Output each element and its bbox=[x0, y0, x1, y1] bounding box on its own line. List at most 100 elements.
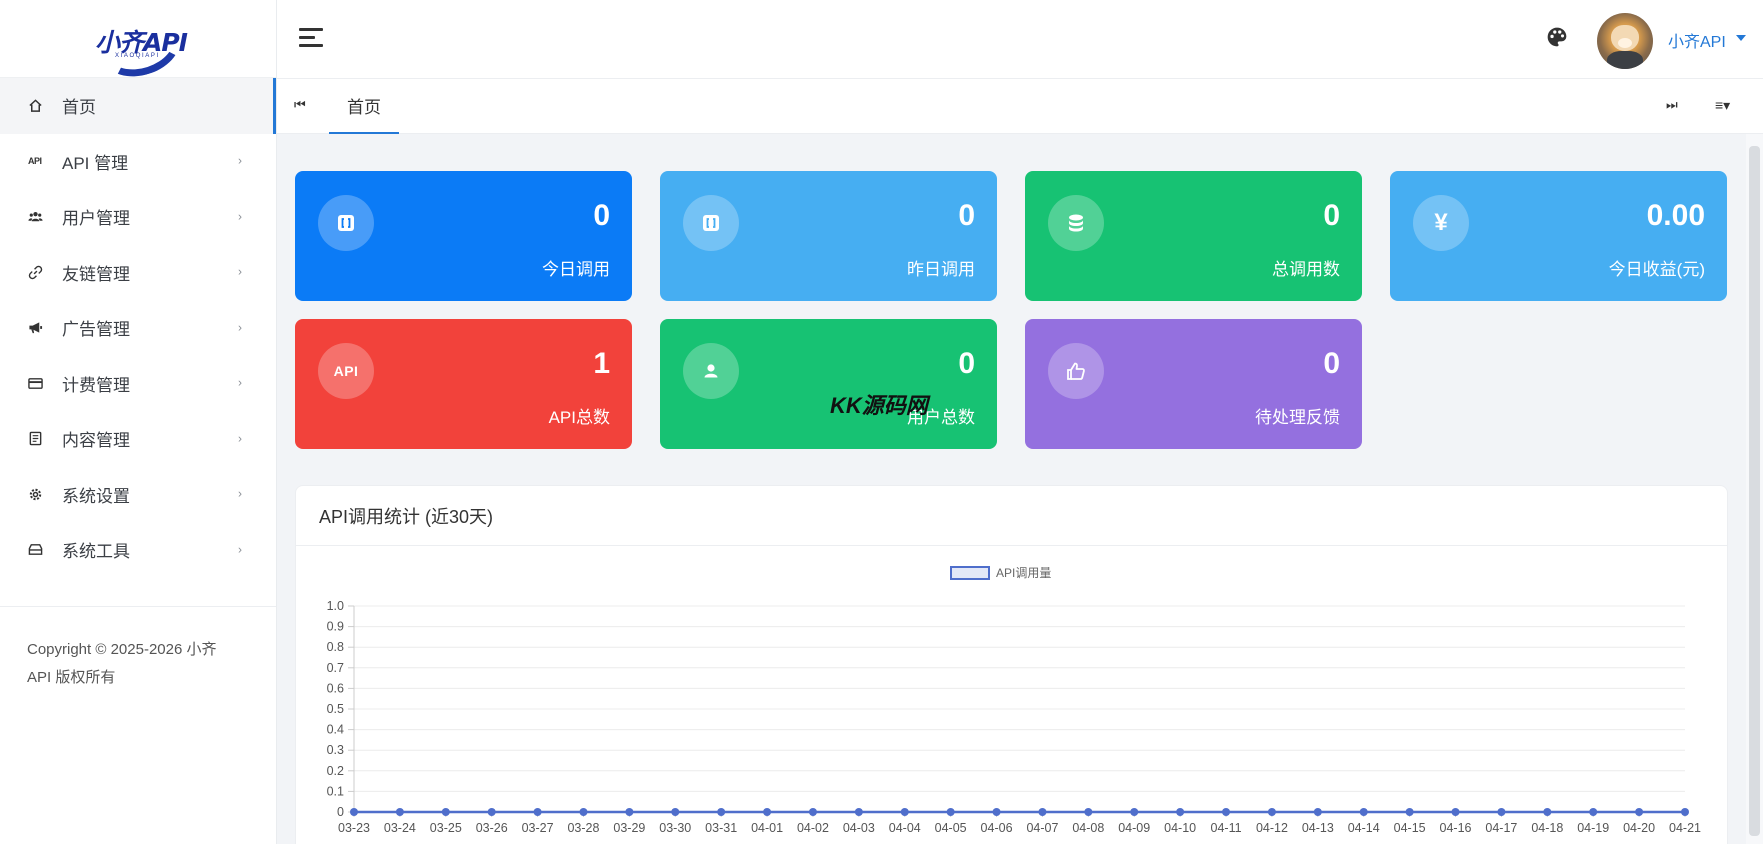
sidebar-item-label: 友链管理 bbox=[62, 264, 130, 284]
stat-label: 今日调用 bbox=[542, 260, 610, 279]
data-point bbox=[533, 808, 542, 816]
y-tick-label: 0.5 bbox=[327, 702, 344, 716]
logo-area[interactable]: 小齐API XIAOQIAPI bbox=[0, 0, 276, 86]
data-point bbox=[992, 808, 1001, 816]
sidebar-item-label: 广告管理 bbox=[62, 320, 130, 340]
y-tick-label: 0 bbox=[337, 805, 344, 819]
stat-card-user-total[interactable]: 0 用户总数 bbox=[660, 319, 997, 449]
y-tick-label: 0.2 bbox=[327, 764, 344, 778]
x-tick-label: 04-06 bbox=[981, 821, 1013, 835]
tab-home[interactable]: 首页 bbox=[329, 79, 399, 134]
data-point bbox=[900, 808, 909, 816]
api-badge-glyph: API bbox=[333, 363, 359, 379]
data-point bbox=[1451, 808, 1460, 816]
stat-label: 待处理反馈 bbox=[1255, 408, 1340, 427]
chevron-right-icon: › bbox=[238, 431, 242, 446]
data-point bbox=[1222, 808, 1231, 816]
brand-logo[interactable]: 小齐API XIAOQIAPI bbox=[83, 7, 193, 86]
chevron-right-icon: › bbox=[238, 320, 242, 335]
data-point bbox=[763, 808, 772, 816]
sidebar-item-users[interactable]: 用户管理 › bbox=[0, 189, 276, 245]
stat-card-api-total[interactable]: API 1 API总数 bbox=[295, 319, 632, 449]
sidebar-item-ads[interactable]: 广告管理 › bbox=[0, 300, 276, 356]
x-tick-label: 03-30 bbox=[659, 821, 691, 835]
stat-card-today-calls[interactable]: 0 今日调用 bbox=[295, 171, 632, 301]
user-name[interactable]: 小齐API bbox=[1668, 28, 1726, 52]
database-icon bbox=[1048, 195, 1104, 251]
user-icon bbox=[683, 343, 739, 399]
tab-menu-icon[interactable]: ≡▾ bbox=[1715, 97, 1730, 114]
x-tick-label: 03-29 bbox=[613, 821, 645, 835]
sidebar-item-links[interactable]: 友链管理 › bbox=[0, 245, 276, 301]
sidebar-item-billing[interactable]: 计费管理 › bbox=[0, 356, 276, 412]
link-icon bbox=[28, 263, 50, 281]
copyright-text: Copyright © 2025-2026 小齐 API 版权所有 bbox=[27, 636, 247, 692]
sidebar-item-home[interactable]: 首页 bbox=[0, 78, 276, 134]
x-tick-label: 04-21 bbox=[1669, 821, 1701, 835]
caret-down-icon[interactable] bbox=[1736, 35, 1746, 41]
chevron-right-icon: › bbox=[238, 153, 242, 168]
data-point bbox=[1313, 808, 1322, 816]
document-icon bbox=[28, 430, 50, 448]
x-tick-label: 04-13 bbox=[1302, 821, 1334, 835]
logo-subtext: XIAOQIAPI bbox=[115, 52, 160, 59]
chevron-right-icon: › bbox=[238, 264, 242, 279]
sidebar-item-api[interactable]: API API 管理 › bbox=[0, 134, 276, 190]
stat-label: API总数 bbox=[548, 408, 610, 427]
sidebar-menu: 首页 API API 管理 › 用户管理 › 友链管理 › 广告管理 › 计费管… bbox=[0, 78, 276, 578]
stat-card-pending-feedback[interactable]: 0 待处理反馈 bbox=[1025, 319, 1362, 449]
sidebar-item-label: 首页 bbox=[62, 98, 96, 118]
chevron-right-icon: › bbox=[238, 209, 242, 224]
stat-label: 总调用数 bbox=[1272, 260, 1340, 279]
x-tick-label: 04-17 bbox=[1485, 821, 1517, 835]
y-tick-label: 0.4 bbox=[327, 723, 344, 737]
sidebar-item-label: 用户管理 bbox=[62, 209, 130, 229]
x-tick-label: 04-15 bbox=[1394, 821, 1426, 835]
y-tick-label: 0.1 bbox=[327, 784, 344, 798]
x-tick-label: 03-26 bbox=[476, 821, 508, 835]
stat-value: 0 bbox=[958, 347, 975, 380]
data-point bbox=[350, 808, 358, 816]
data-point bbox=[1359, 808, 1368, 816]
copyright-line-1: Copyright © 2025-2026 小齐 bbox=[27, 641, 217, 658]
x-tick-label: 03-31 bbox=[705, 821, 737, 835]
tab-prev-icon[interactable]: ⏮ bbox=[294, 97, 306, 113]
stat-value: 1 bbox=[593, 347, 610, 380]
stat-label: 今日收益(元) bbox=[1608, 260, 1705, 279]
data-point bbox=[808, 808, 817, 816]
y-tick-label: 1.0 bbox=[327, 599, 344, 613]
panel-title: API调用统计 (近30天) bbox=[296, 486, 1727, 546]
sidebar-item-label: 计费管理 bbox=[62, 375, 130, 395]
x-tick-label: 04-04 bbox=[889, 821, 921, 835]
api-badge-icon: API bbox=[318, 343, 374, 399]
api-icon: API bbox=[28, 156, 42, 167]
menu-toggle-icon[interactable] bbox=[299, 28, 323, 48]
sidebar-item-content[interactable]: 内容管理 › bbox=[0, 411, 276, 467]
stat-card-today-revenue[interactable]: ¥ 0.00 今日收益(元) bbox=[1390, 171, 1727, 301]
avatar[interactable] bbox=[1597, 13, 1653, 69]
y-tick-label: 0.7 bbox=[327, 661, 344, 675]
copyright-line-2: API 版权所有 bbox=[27, 669, 116, 686]
data-point bbox=[671, 808, 680, 816]
palette-icon[interactable] bbox=[1546, 26, 1568, 48]
scrollbar-thumb[interactable] bbox=[1749, 146, 1760, 836]
data-point bbox=[854, 808, 863, 816]
data-point bbox=[579, 808, 588, 816]
sidebar-item-tools[interactable]: 系统工具 › bbox=[0, 522, 276, 578]
tab-next-icon[interactable]: ⏭ bbox=[1666, 97, 1678, 113]
yen-icon: ¥ bbox=[1413, 195, 1469, 251]
users-icon bbox=[28, 208, 50, 226]
stat-card-total-calls[interactable]: 0 总调用数 bbox=[1025, 171, 1362, 301]
yen-glyph: ¥ bbox=[1434, 209, 1448, 236]
data-point bbox=[487, 808, 496, 816]
data-point bbox=[1130, 808, 1139, 816]
x-tick-label: 04-20 bbox=[1623, 821, 1655, 835]
legend-swatch bbox=[950, 566, 990, 580]
x-tick-label: 03-27 bbox=[522, 821, 554, 835]
sidebar-item-settings[interactable]: 系统设置 › bbox=[0, 467, 276, 523]
data-point bbox=[1497, 808, 1506, 816]
brackets-icon bbox=[683, 195, 739, 251]
stat-card-yesterday-calls[interactable]: 0 昨日调用 bbox=[660, 171, 997, 301]
data-point bbox=[1635, 808, 1644, 816]
stat-value: 0 bbox=[958, 199, 975, 232]
